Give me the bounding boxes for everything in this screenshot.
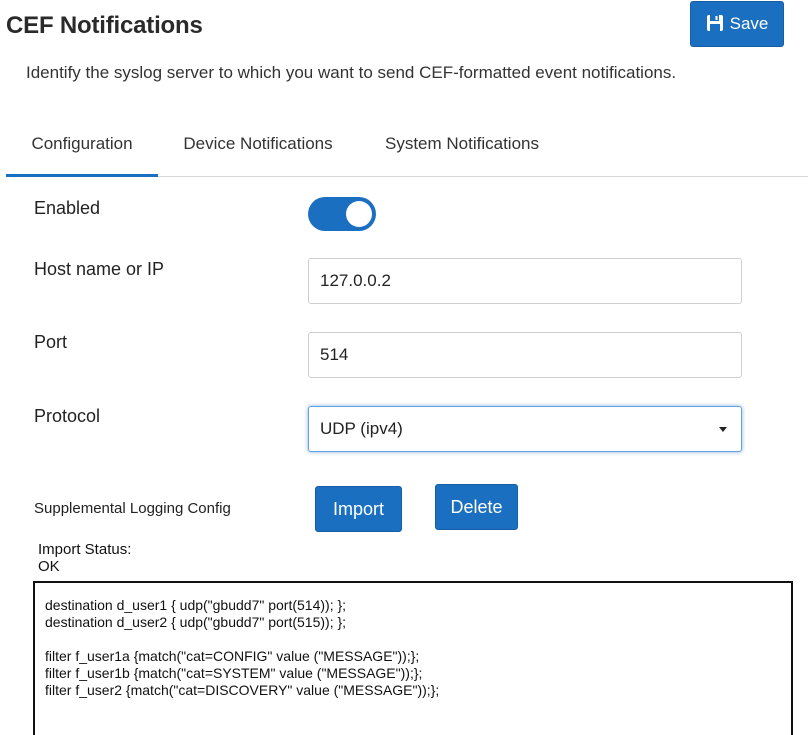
- tab-configuration[interactable]: Configuration: [6, 124, 158, 177]
- tab-system-notifications[interactable]: System Notifications: [376, 124, 548, 174]
- protocol-select-value: UDP (ipv4): [320, 419, 403, 438]
- protocol-label: Protocol: [34, 406, 101, 426]
- config-line: filter f_user2 {match("cat=DISCOVERY" va…: [45, 682, 440, 698]
- floppy-disk-icon: [706, 14, 724, 32]
- delete-button[interactable]: Delete: [435, 484, 518, 530]
- tab-device-notifications[interactable]: Device Notifications: [174, 124, 342, 174]
- config-line: filter f_user1a {match("cat=CONFIG" valu…: [45, 648, 420, 664]
- supplemental-logging-label: Supplemental Logging Config: [34, 500, 231, 517]
- toggle-knob: [346, 201, 372, 227]
- cef-notifications-page: CEF Notifications Save Identify the sysl…: [0, 0, 808, 735]
- config-line: destination d_user1 { udp("gbudd7" port(…: [45, 597, 347, 613]
- config-line: filter f_user1b {match("cat=SYSTEM" valu…: [45, 665, 423, 681]
- enabled-toggle[interactable]: [308, 197, 376, 231]
- host-input[interactable]: [308, 258, 742, 304]
- port-label: Port: [34, 332, 68, 352]
- import-button[interactable]: Import: [315, 486, 402, 532]
- protocol-select[interactable]: UDP (ipv4): [308, 406, 742, 452]
- config-line: [45, 631, 791, 648]
- config-line: destination d_user2 { udp("gbudd7" port(…: [45, 614, 347, 630]
- host-label: Host name or IP: [34, 259, 165, 279]
- supplemental-config-textarea[interactable]: destination d_user1 { udp("gbudd7" port(…: [33, 581, 793, 735]
- save-button-label: Save: [729, 14, 769, 33]
- port-input[interactable]: [308, 332, 742, 378]
- caret-down-icon: [719, 427, 727, 432]
- import-status-value: OK: [38, 558, 60, 575]
- save-button[interactable]: Save: [690, 1, 784, 47]
- page-description: Identify the syslog server to which you …: [26, 63, 677, 82]
- import-status-label: Import Status:: [38, 541, 132, 558]
- page-title: CEF Notifications: [6, 12, 203, 39]
- tab-bar: Configuration Device Notifications Syste…: [6, 124, 808, 177]
- enabled-label: Enabled: [34, 198, 101, 218]
